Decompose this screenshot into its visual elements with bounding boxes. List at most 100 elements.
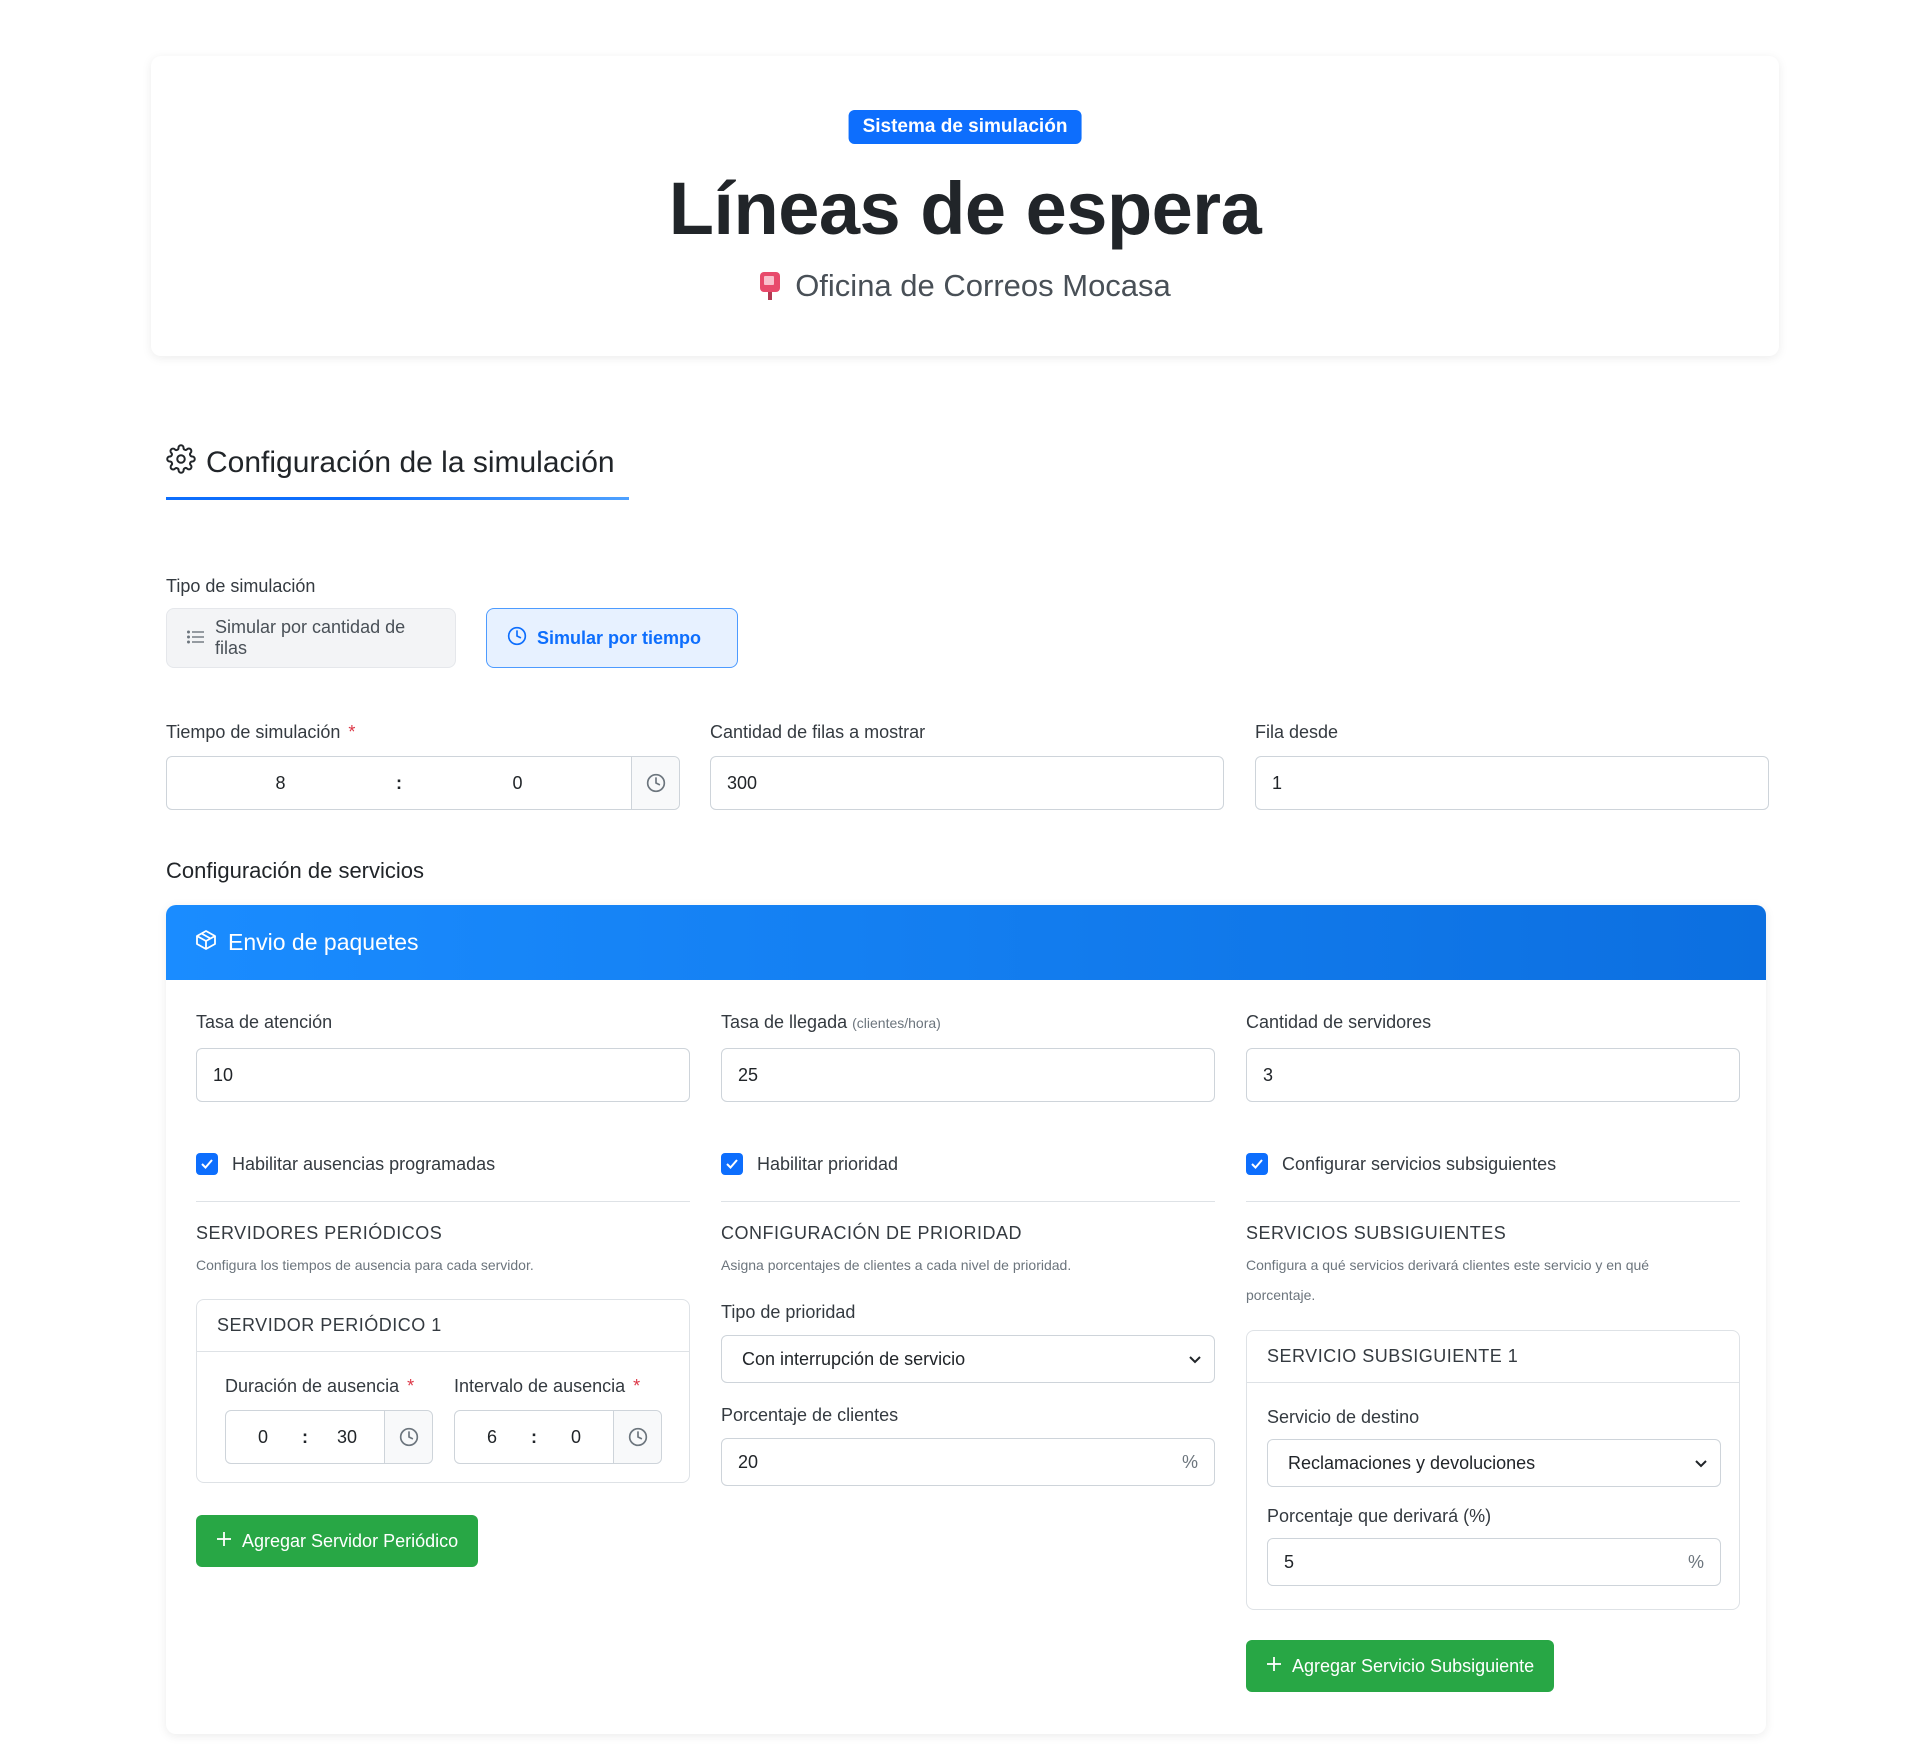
required-mark: * <box>348 722 356 742</box>
attention-rate-input[interactable]: 10 <box>196 1048 690 1102</box>
chevron-down-icon <box>1694 1453 1708 1474</box>
subsequent-checkbox[interactable] <box>1246 1153 1268 1175</box>
time-separator: : <box>531 1426 537 1447</box>
priority-checkbox-row[interactable]: Habilitar prioridad <box>721 1153 898 1175</box>
priority-checkbox-label: Habilitar prioridad <box>757 1153 899 1174</box>
sim-by-rows-label: Simular por cantidad de filas <box>215 617 406 658</box>
subsequent-checkbox-label: Configurar servicios subsiguientes <box>1282 1153 1557 1174</box>
absence-interval-hours[interactable]: 6 <box>455 1411 529 1463</box>
row-from-label: Fila desde <box>1255 722 1339 742</box>
priority-percent-label: Porcentaje de clientes <box>721 1405 899 1425</box>
absences-checkbox-row[interactable]: Habilitar ausencias programadas <box>196 1153 495 1175</box>
required-mark: * <box>633 1376 641 1396</box>
service-name: Envio de paquetes <box>228 929 419 955</box>
clock-icon[interactable] <box>613 1411 661 1463</box>
servers-label: Cantidad de servidores <box>1246 1012 1432 1032</box>
time-separator: : <box>396 772 402 793</box>
absences-checkbox[interactable] <box>196 1153 218 1175</box>
absence-interval-label: Intervalo de ausencia * <box>454 1376 640 1397</box>
absence-interval-label-text: Intervalo de ausencia <box>454 1376 626 1396</box>
subsequent-services-title: SERVICIOS SUBSIGUIENTES <box>1246 1223 1507 1243</box>
subsequent-checkbox-row[interactable]: Configurar servicios subsiguientes <box>1246 1153 1556 1175</box>
sim-time-label: Tiempo de simulación * <box>166 722 355 743</box>
page-title: Líneas de espera <box>668 167 1262 250</box>
page-subtitle: Oficina de Correos Mocasa <box>151 268 1779 304</box>
periodic-servers-title: SERVIDORES PERIÓDICOS <box>196 1223 443 1243</box>
arrival-rate-input[interactable]: 25 <box>721 1048 1215 1102</box>
add-periodic-server-label: Agregar Servidor Periódico <box>242 1530 459 1551</box>
plus-icon <box>216 1531 232 1552</box>
absence-duration-minutes[interactable]: 30 <box>310 1411 384 1463</box>
time-separator: : <box>302 1426 308 1447</box>
config-section-title: Configuración de la simulación <box>166 444 615 482</box>
mailbox-icon <box>759 271 781 301</box>
clock-icon[interactable] <box>631 757 679 809</box>
divider <box>721 1201 1215 1202</box>
absence-duration-label-text: Duración de ausencia <box>225 1376 400 1396</box>
subsequent-services-description-2: porcentaje. <box>1246 1287 1316 1303</box>
periodic-server-card: SERVIDOR PERIÓDICO 1 Duración de ausenci… <box>196 1299 690 1483</box>
attention-rate-label: Tasa de atención <box>196 1012 333 1032</box>
system-badge: Sistema de simulación <box>848 110 1082 144</box>
priority-config-description: Asigna porcentajes de clientes a cada ni… <box>721 1257 1072 1273</box>
box-icon <box>194 928 218 958</box>
absences-checkbox-label: Habilitar ausencias programadas <box>232 1153 496 1174</box>
office-name: Oficina de Correos Mocasa <box>795 268 1171 303</box>
add-subsequent-service-button[interactable]: Agregar Servicio Subsiguiente <box>1246 1640 1555 1692</box>
sim-by-rows-button[interactable]: Simular por cantidad de filas <box>166 608 456 668</box>
target-service-select[interactable]: Reclamaciones y devoluciones <box>1267 1439 1721 1487</box>
absence-interval-minutes[interactable]: 0 <box>539 1411 613 1463</box>
priority-checkbox[interactable] <box>721 1153 743 1175</box>
percent-symbol: % <box>1181 1451 1198 1472</box>
priority-config-title: CONFIGURACIÓN DE PRIORIDAD <box>721 1223 1023 1243</box>
add-subsequent-service-label: Agregar Servicio Subsiguiente <box>1292 1655 1535 1676</box>
chevron-down-icon <box>1188 1349 1202 1370</box>
row-from-input[interactable]: 1 <box>1255 756 1769 810</box>
list-icon <box>186 628 205 649</box>
clock-icon[interactable] <box>384 1411 432 1463</box>
absence-duration-input[interactable]: 0 : 30 <box>225 1410 433 1464</box>
derive-percent-value: 5 <box>1284 1551 1295 1572</box>
rows-to-show-input[interactable]: 300 <box>710 756 1224 810</box>
priority-type-value: Con interrupción de servicio <box>742 1348 966 1369</box>
sim-by-time-button[interactable]: Simular por tiempo <box>486 608 738 668</box>
sim-time-minutes[interactable]: 0 <box>404 757 631 809</box>
target-service-value: Reclamaciones y devoluciones <box>1288 1452 1536 1473</box>
periodic-servers-description: Configura los tiempos de ausencia para c… <box>196 1257 534 1273</box>
periodic-server-title: SERVIDOR PERIÓDICO 1 <box>197 1300 689 1352</box>
services-heading: Configuración de servicios <box>166 858 425 883</box>
subsequent-service-card: SERVICIO SUBSIGUIENTE 1 Servicio de dest… <box>1246 1330 1740 1610</box>
priority-type-select[interactable]: Con interrupción de servicio <box>721 1335 1215 1383</box>
header-card: Sistema de simulación Líneas de espera O… <box>151 56 1779 356</box>
servers-input[interactable]: 3 <box>1246 1048 1740 1102</box>
gear-icon <box>166 444 196 482</box>
sim-time-input[interactable]: 8 : 0 <box>166 756 680 810</box>
plus-icon <box>1266 1656 1282 1677</box>
arrival-rate-unit: (clientes/hora) <box>852 1015 941 1031</box>
priority-type-label: Tipo de prioridad <box>721 1302 856 1322</box>
arrival-rate-label-text: Tasa de llegada <box>721 1012 848 1032</box>
sim-by-time-label: Simular por tiempo <box>537 627 702 648</box>
service-header: Envio de paquetes <box>166 905 1766 980</box>
add-periodic-server-button[interactable]: Agregar Servidor Periódico <box>196 1515 479 1567</box>
divider <box>196 1201 690 1202</box>
config-section-label: Configuración de la simulación <box>206 446 615 479</box>
target-service-label: Servicio de destino <box>1267 1407 1420 1427</box>
rows-to-show-label: Cantidad de filas a mostrar <box>710 722 926 742</box>
sim-time-label-text: Tiempo de simulación <box>166 722 341 742</box>
derive-percent-label: Porcentaje que derivará (%) <box>1267 1506 1492 1526</box>
subsequent-service-title: SERVICIO SUBSIGUIENTE 1 <box>1247 1331 1739 1383</box>
arrival-rate-label: Tasa de llegada (clientes/hora) <box>721 1012 941 1033</box>
absence-interval-input[interactable]: 6 : 0 <box>454 1410 662 1464</box>
priority-percent-input[interactable]: 20 % <box>721 1438 1215 1486</box>
sim-time-hours[interactable]: 8 <box>167 757 394 809</box>
section-underline <box>166 497 629 500</box>
priority-percent-value: 20 <box>738 1451 759 1472</box>
absence-duration-hours[interactable]: 0 <box>226 1411 300 1463</box>
clock-icon <box>507 626 527 651</box>
required-mark: * <box>407 1376 415 1396</box>
derive-percent-input[interactable]: 5 % <box>1267 1538 1721 1586</box>
absence-duration-label: Duración de ausencia * <box>225 1376 414 1397</box>
subsequent-services-description-1: Configura a qué servicios derivará clien… <box>1246 1257 1650 1273</box>
percent-symbol: % <box>1687 1551 1704 1572</box>
